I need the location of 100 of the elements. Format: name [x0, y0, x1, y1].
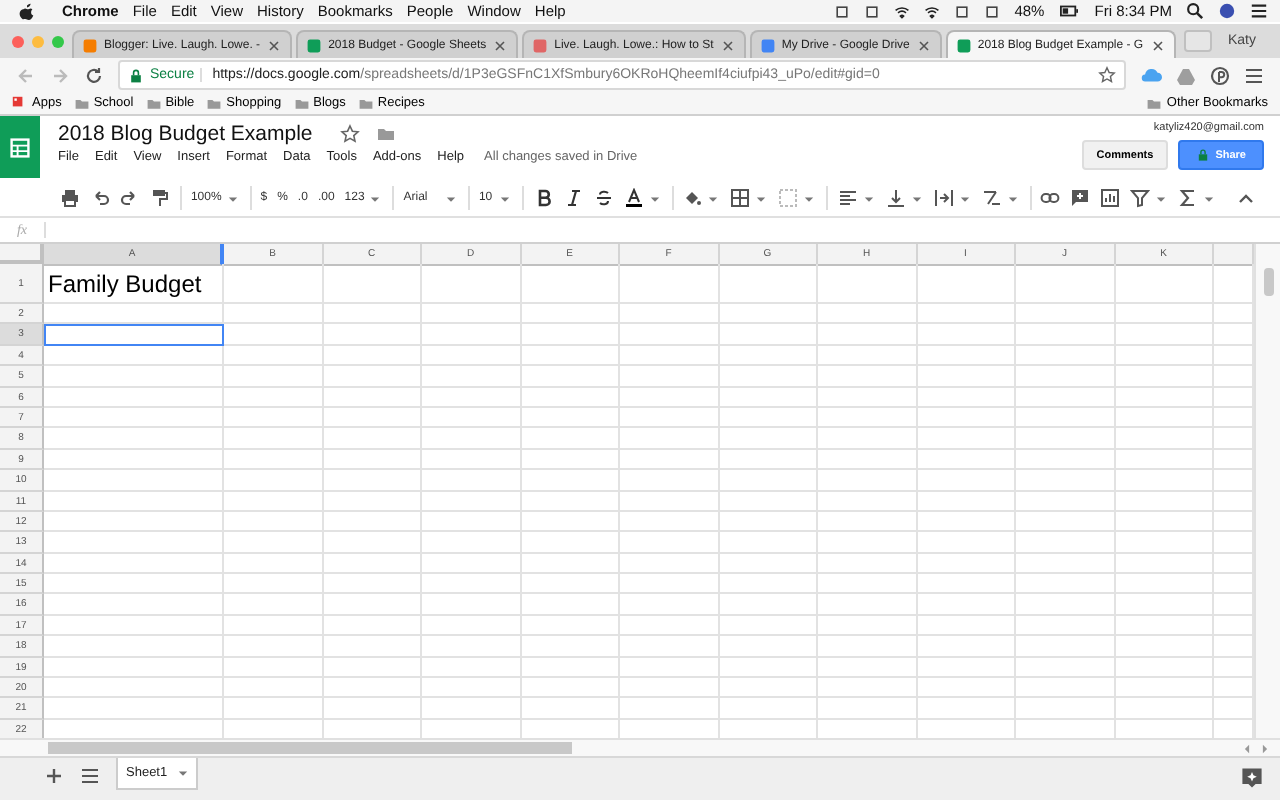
table-cell — [224, 636, 323, 658]
table-cell — [422, 553, 521, 575]
table-cell — [719, 678, 818, 699]
folder-icon[interactable] — [376, 123, 397, 143]
battery-icon[interactable] — [1058, 2, 1081, 20]
table-cell — [719, 636, 818, 658]
apple-icon[interactable] — [18, 2, 36, 20]
table-cell — [323, 698, 422, 720]
table-cell — [818, 366, 917, 388]
document-title[interactable]: 2018 Blog Budget Example — [58, 121, 313, 145]
vertical-align-icon[interactable] — [885, 188, 906, 208]
table-cell — [620, 428, 719, 450]
table-cell — [323, 636, 422, 658]
table-cell — [422, 304, 521, 325]
table-cell — [1115, 636, 1214, 658]
wifi-icon[interactable] — [924, 3, 941, 19]
table-cell — [521, 304, 620, 325]
filter-icon[interactable] — [1130, 188, 1151, 208]
table-cell — [224, 407, 323, 429]
table-cell — [719, 657, 818, 679]
table-cell — [917, 615, 1016, 637]
menu-icon[interactable] — [1244, 65, 1264, 85]
table-cell — [1115, 304, 1214, 325]
selected-cell[interactable] — [44, 324, 224, 346]
borders-icon[interactable] — [730, 188, 751, 208]
table-cell — [1115, 491, 1214, 512]
close-icon[interactable] — [266, 37, 283, 53]
link-icon[interactable] — [1040, 188, 1061, 208]
table-cell — [422, 615, 521, 637]
table-cell — [620, 345, 719, 367]
table-cell — [818, 345, 917, 367]
table-cell — [719, 449, 818, 471]
table-cell — [422, 324, 521, 346]
add-sheet-icon[interactable] — [44, 766, 64, 786]
text-wrap-icon[interactable] — [933, 188, 954, 208]
close-icon[interactable] — [492, 37, 509, 53]
horizontal-align-icon[interactable] — [837, 188, 858, 208]
search-icon[interactable] — [1186, 2, 1204, 20]
pinterest-icon[interactable] — [1210, 65, 1230, 85]
table-cell — [1016, 387, 1115, 408]
table-cell — [818, 407, 917, 429]
close-icon[interactable] — [915, 37, 932, 53]
table-cell — [224, 304, 323, 325]
table-cell — [521, 387, 620, 408]
table-cell — [224, 553, 323, 575]
fill-color-icon[interactable] — [682, 188, 703, 208]
undo-icon[interactable] — [90, 188, 110, 208]
italic-icon[interactable] — [563, 188, 584, 208]
table-cell — [917, 470, 1016, 492]
bold-icon[interactable] — [533, 188, 554, 208]
table-cell — [1016, 678, 1115, 699]
functions-icon[interactable] — [1178, 188, 1199, 208]
table-cell — [1016, 636, 1115, 658]
table-cell — [719, 491, 818, 512]
all-sheets-icon[interactable] — [80, 766, 100, 786]
insert-chart-icon[interactable] — [1100, 188, 1121, 208]
table-cell — [1016, 324, 1115, 346]
table-cell — [917, 698, 1016, 720]
table-cell — [224, 449, 323, 471]
table-cell — [818, 678, 917, 699]
redo-icon[interactable] — [120, 188, 140, 208]
siri-icon[interactable] — [1218, 2, 1236, 20]
table-cell — [620, 324, 719, 346]
caret-icon — [175, 766, 190, 780]
table-cell — [521, 428, 620, 450]
bookmark-star-icon[interactable] — [1098, 66, 1116, 84]
paint-format-icon[interactable] — [150, 188, 170, 208]
text-rotation-icon[interactable] — [981, 188, 1002, 208]
insert-comment-icon[interactable] — [1070, 188, 1091, 208]
table-cell — [224, 491, 323, 512]
table-cell — [422, 387, 521, 408]
table-cell — [917, 511, 1016, 533]
table-cell — [719, 345, 818, 367]
close-icon[interactable] — [1149, 37, 1166, 53]
star-icon[interactable] — [340, 123, 361, 143]
text-color-icon[interactable] — [623, 188, 644, 208]
table-cell — [323, 449, 422, 471]
table-cell — [818, 574, 917, 595]
table-cell — [422, 574, 521, 595]
table-cell — [1016, 657, 1115, 679]
table-cell — [1115, 470, 1214, 492]
table-cell — [1115, 324, 1214, 346]
strikethrough-icon[interactable] — [593, 188, 614, 208]
table-cell — [818, 428, 917, 450]
reload-icon[interactable] — [84, 65, 104, 85]
table-cell — [323, 491, 422, 512]
notification-center-icon[interactable] — [1250, 2, 1268, 20]
table-cell — [818, 470, 917, 492]
table-cell — [1115, 345, 1214, 367]
vertical-scrollbar[interactable] — [1254, 244, 1280, 738]
table-cell — [917, 636, 1016, 658]
sheets-logo[interactable] — [0, 116, 40, 178]
close-icon[interactable] — [719, 37, 736, 53]
table-cell — [620, 304, 719, 325]
explore-icon[interactable] — [1240, 766, 1264, 790]
table-cell — [620, 678, 719, 699]
print-icon[interactable] — [60, 188, 80, 208]
table-cell — [719, 264, 818, 304]
merge-cells-icon[interactable] — [778, 188, 799, 208]
table-cell — [323, 615, 422, 637]
